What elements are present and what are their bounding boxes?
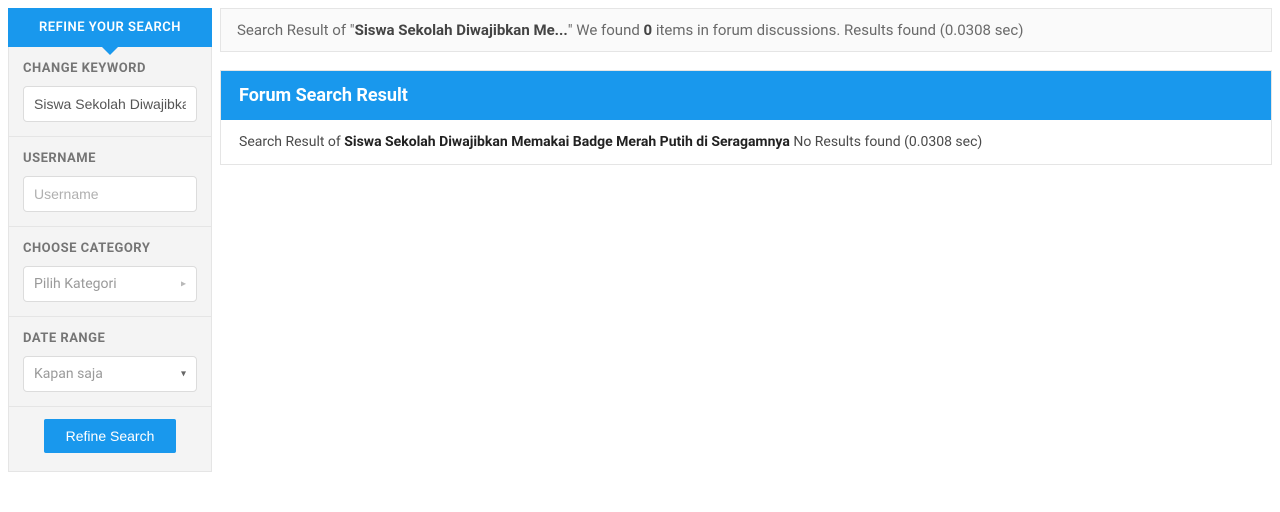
section-daterange: DATE RANGE Kapan saja ▾ <box>9 317 211 407</box>
panel-body-prefix: Search Result of <box>239 134 344 150</box>
username-label: USERNAME <box>23 151 197 166</box>
chevron-right-icon: ▸ <box>181 279 186 290</box>
page: REFINE YOUR SEARCH CHANGE KEYWORD USERNA… <box>0 0 1280 480</box>
forum-result-panel: Forum Search Result Search Result of Sis… <box>220 70 1272 165</box>
keyword-input[interactable] <box>23 86 197 122</box>
refine-search-button[interactable]: Refine Search <box>44 419 177 453</box>
panel-body: Search Result of Siswa Sekolah Diwajibka… <box>221 120 1271 164</box>
summary-suffix: items in forum discussions. Results foun… <box>652 21 1023 39</box>
section-category: CHOOSE CATEGORY Pilih Kategori ▸ <box>9 227 211 317</box>
summary-count: 0 <box>644 21 653 39</box>
category-label: CHOOSE CATEGORY <box>23 241 197 256</box>
daterange-select[interactable]: Kapan saja ▾ <box>23 356 197 392</box>
panel-title: Forum Search Result <box>221 71 1271 120</box>
category-selected-text: Pilih Kategori <box>34 276 117 292</box>
panel-body-suffix: No Results found (0.0308 sec) <box>790 134 982 150</box>
summary-prefix: Search Result of " <box>237 21 355 39</box>
summary-query: Siswa Sekolah Diwajibkan Me... <box>355 21 568 39</box>
section-username: USERNAME <box>9 137 211 227</box>
refine-body: CHANGE KEYWORD USERNAME CHOOSE CATEGORY … <box>8 47 212 472</box>
username-input[interactable] <box>23 176 197 212</box>
summary-mid: " We found <box>568 21 644 39</box>
daterange-selected-text: Kapan saja <box>34 366 103 382</box>
refine-header: REFINE YOUR SEARCH <box>8 8 212 47</box>
panel-body-query: Siswa Sekolah Diwajibkan Memakai Badge M… <box>344 134 790 150</box>
result-summary: Search Result of "Siswa Sekolah Diwajibk… <box>220 8 1272 52</box>
main-content: Search Result of "Siswa Sekolah Diwajibk… <box>220 8 1272 165</box>
refine-button-row: Refine Search <box>9 407 211 471</box>
keyword-label: CHANGE KEYWORD <box>23 61 197 76</box>
daterange-label: DATE RANGE <box>23 331 197 346</box>
category-select[interactable]: Pilih Kategori ▸ <box>23 266 197 302</box>
section-keyword: CHANGE KEYWORD <box>9 47 211 137</box>
chevron-down-icon: ▾ <box>181 369 186 380</box>
refine-sidebar: REFINE YOUR SEARCH CHANGE KEYWORD USERNA… <box>8 8 212 472</box>
